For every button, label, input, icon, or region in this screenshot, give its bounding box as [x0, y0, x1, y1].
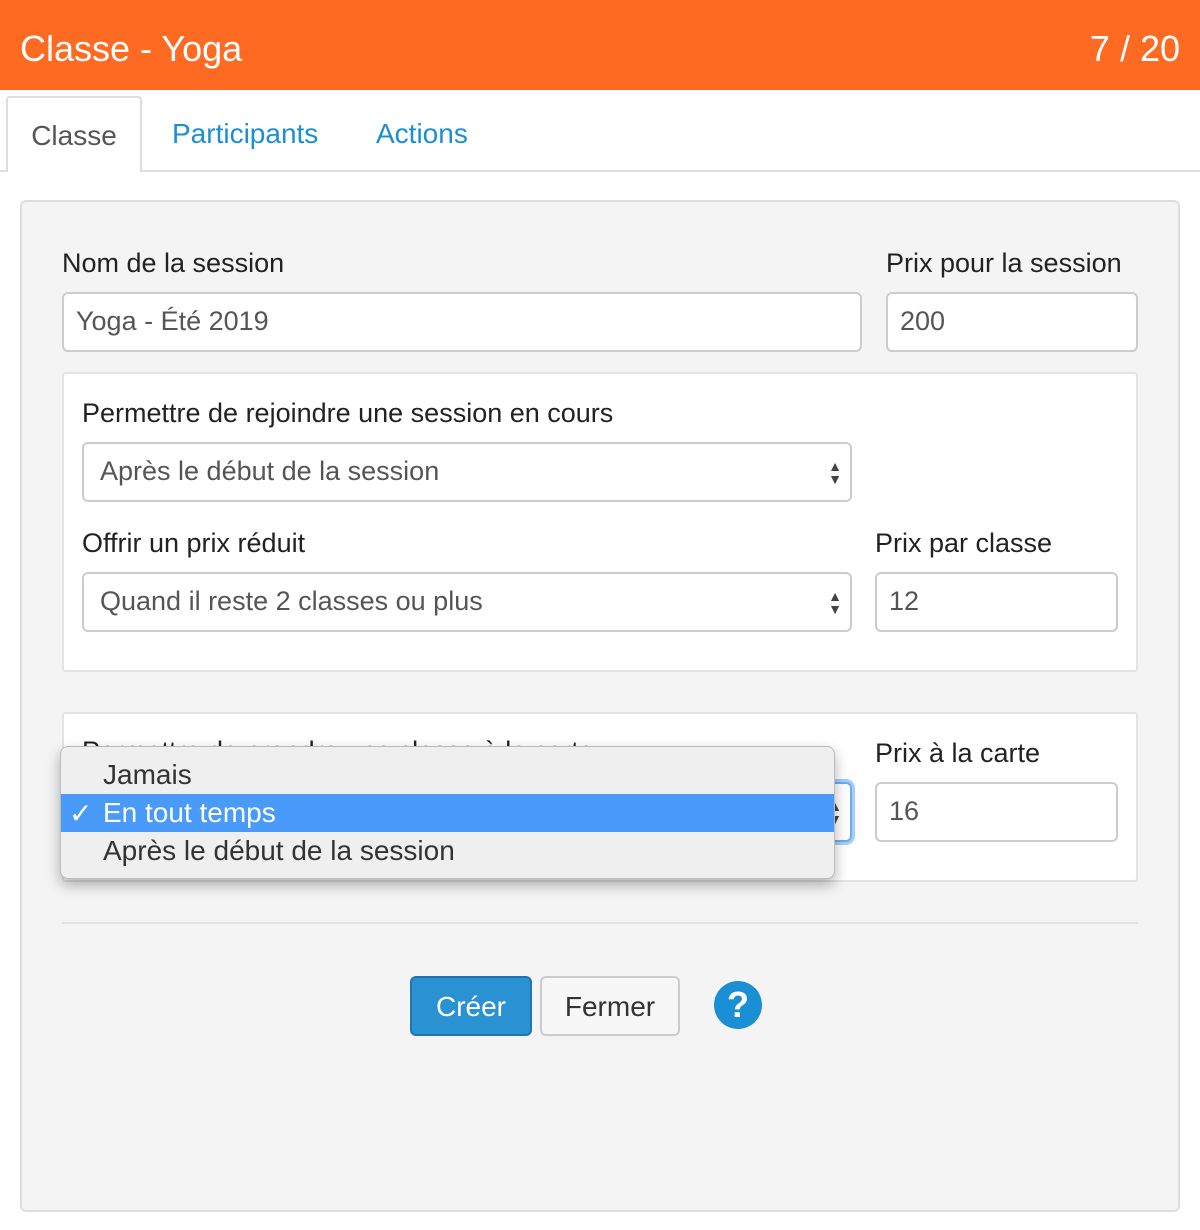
option-jamais[interactable]: Jamais: [61, 756, 834, 794]
carte-price-label: Prix à la carte: [875, 738, 1041, 768]
help-icon[interactable]: ?: [714, 981, 762, 1029]
tab-participants[interactable]: Participants: [172, 96, 318, 172]
session-price-input[interactable]: 200: [886, 292, 1138, 352]
window-title: Classe - Yoga: [20, 28, 243, 69]
option-apres-debut[interactable]: Après le début de la session: [61, 832, 834, 870]
select-arrows-icon: ▲ ▼: [828, 588, 842, 617]
discount-select[interactable]: Quand il reste 2 classes ou plus ▲ ▼: [82, 572, 852, 632]
create-button[interactable]: Créer: [410, 976, 532, 1036]
class-price-input[interactable]: 12: [875, 572, 1118, 632]
join-select-value: Après le début de la session: [100, 456, 440, 486]
carte-price-input[interactable]: 16: [875, 782, 1118, 842]
title-bar: Classe - Yoga 7 / 20: [0, 0, 1200, 90]
option-label: En tout temps: [103, 797, 276, 828]
class-price-label: Prix par classe: [875, 528, 1053, 558]
tab-actions[interactable]: Actions: [376, 96, 468, 172]
carte-dropdown-menu: Jamais ✓ En tout temps Après le début de …: [60, 746, 835, 879]
discount-select-value: Quand il reste 2 classes ou plus: [100, 586, 483, 616]
session-name-label: Nom de la session: [62, 248, 285, 278]
divider: [62, 922, 1138, 924]
close-button[interactable]: Fermer: [540, 976, 680, 1036]
join-select[interactable]: Après le début de la session ▲ ▼: [82, 442, 852, 502]
session-price-label: Prix pour la session: [886, 248, 1122, 278]
record-counter: 7 / 20: [1089, 28, 1180, 69]
checkmark-icon: ✓: [69, 798, 93, 829]
join-label: Permettre de rejoindre une session en co…: [82, 398, 614, 428]
select-arrows-icon: ▲ ▼: [828, 458, 842, 487]
session-name-input[interactable]: Yoga - Été 2019: [62, 292, 862, 352]
discount-label: Offrir un prix réduit: [82, 528, 306, 558]
option-en-tout-temps[interactable]: ✓ En tout temps: [61, 794, 834, 832]
tab-classe[interactable]: Classe: [6, 96, 142, 172]
